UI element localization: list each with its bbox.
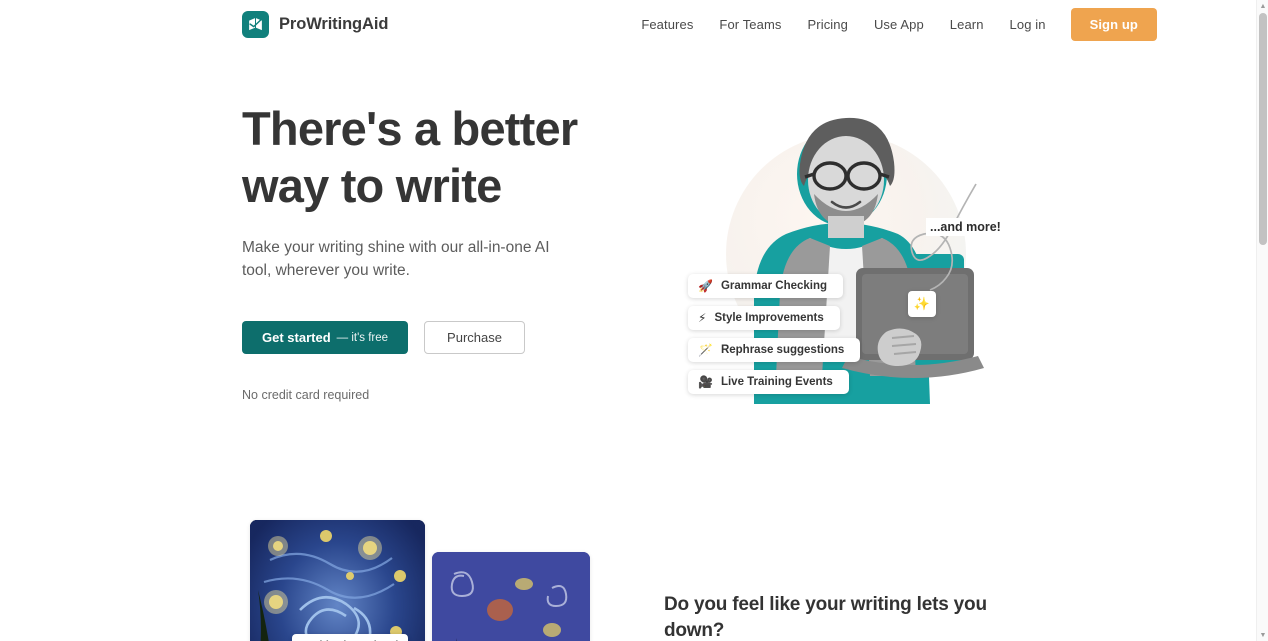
hero-subtitle: Make your writing shine with our all-in-…	[242, 239, 550, 279]
section-two-title: Do you feel like your writing lets you d…	[664, 594, 987, 641]
brand-name: ProWritingAid	[279, 14, 389, 33]
site-header: ProWritingAid Features For Teams Pricing…	[0, 0, 1256, 48]
get-started-label: Get started	[262, 330, 331, 345]
feature-pill-label: Live Training Events	[720, 376, 833, 388]
page-viewport: ProWritingAid Features For Teams Pricing…	[0, 0, 1256, 641]
feature-pill-style-improvements[interactable]: ⚡ Style Improvements	[688, 306, 840, 330]
hero-cta-group: Get started — it's free Purchase	[242, 321, 642, 354]
feature-pill-label: Grammar Checking	[720, 280, 828, 292]
starry-night-painting	[250, 520, 425, 641]
lightning-bolt-icon: ⚡	[698, 311, 707, 325]
feature-pill-grammar-checking[interactable]: 🚀 Grammar Checking	[688, 274, 844, 298]
film-camera-icon: 🎥	[698, 375, 713, 389]
get-started-button[interactable]: Get started — it's free	[242, 321, 409, 354]
feature-pill-label: Rephrase suggestions	[720, 344, 845, 356]
section-two-copy: Do you feel like your writing lets you d…	[664, 520, 1016, 641]
sign-up-button[interactable]: Sign up	[1070, 7, 1157, 41]
feature-pill-list: 🚀 Grammar Checking ⚡ Style Improvements …	[688, 274, 861, 394]
get-started-tagline: — it's free	[336, 331, 389, 344]
scrollbar-down-arrow-icon[interactable]: ▼	[1257, 629, 1268, 641]
nav-item-log-in[interactable]: Log in	[997, 11, 1059, 38]
scrollbar-up-arrow-icon[interactable]: ▲	[1257, 0, 1268, 12]
hero-title-line-2: way to write	[242, 159, 502, 212]
hero-section: There's a better way to write Make your …	[0, 48, 1256, 404]
my-idea-in-my-head-label: My idea in my head	[292, 634, 409, 641]
childlike-starry-night-sketch	[432, 552, 590, 641]
page-scrollbar[interactable]: ▲ ▼	[1256, 0, 1268, 641]
before-after-artwork: My idea in my head	[242, 520, 622, 641]
hero-title: There's a better way to write	[242, 100, 642, 214]
brand-logo-link[interactable]: ProWritingAid	[242, 10, 389, 38]
feature-pill-label: Style Improvements	[714, 312, 824, 324]
nav-item-use-app[interactable]: Use App	[861, 11, 937, 38]
no-credit-card-note: No credit card required	[242, 388, 370, 402]
hero-title-line-1: There's a better	[242, 102, 578, 155]
nav-item-for-teams[interactable]: For Teams	[706, 11, 794, 38]
nav-item-pricing[interactable]: Pricing	[795, 11, 861, 38]
nav-item-learn[interactable]: Learn	[937, 11, 997, 38]
rocket-icon: 🚀	[698, 279, 713, 293]
nav-item-features[interactable]: Features	[628, 11, 706, 38]
feature-pill-rephrase-suggestions[interactable]: 🪄 Rephrase suggestions	[688, 338, 861, 362]
hero-illustration: ...and more! ✨ 🚀 Grammar Checking ⚡ Styl…	[660, 106, 1020, 436]
sparkles-icon: ✨	[908, 291, 936, 317]
writing-lets-you-down-section: My idea in my head Do you feel like your…	[0, 520, 1256, 641]
and-more-annotation: ...and more!	[926, 218, 1005, 236]
scrollbar-thumb[interactable]	[1259, 13, 1267, 245]
main-navigation: Features For Teams Pricing Use App Learn…	[628, 7, 1157, 41]
book-check-logo-icon	[242, 10, 269, 38]
hero-copy: There's a better way to write Make your …	[242, 100, 642, 402]
purchase-button[interactable]: Purchase	[424, 321, 525, 354]
magic-wand-icon: 🪄	[698, 343, 713, 357]
feature-pill-live-training-events[interactable]: 🎥 Live Training Events	[688, 370, 849, 394]
